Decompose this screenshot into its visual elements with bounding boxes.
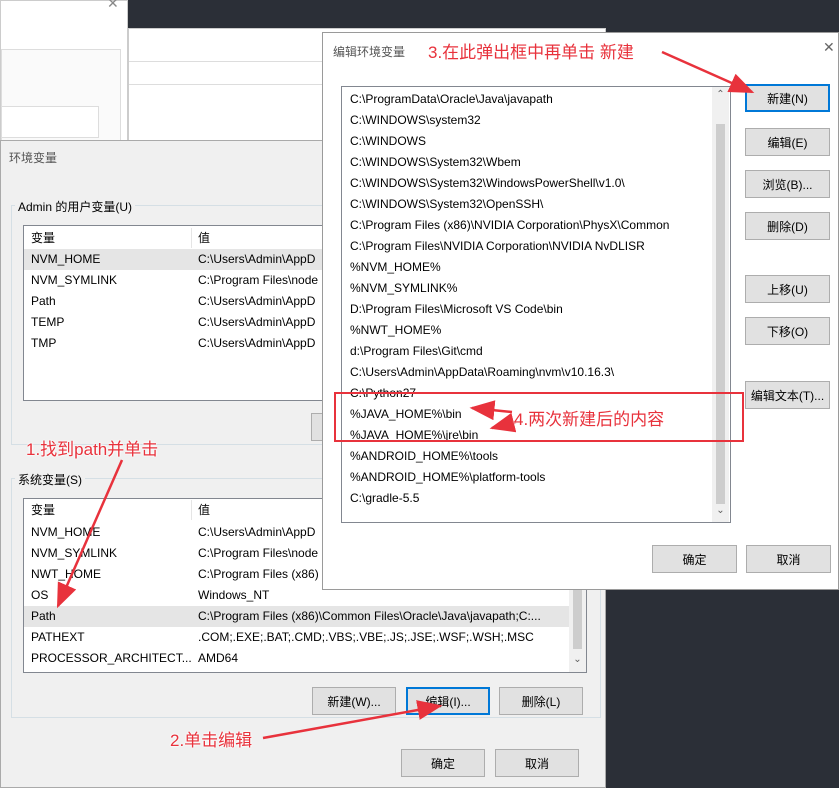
path-value: C:\WINDOWS [350,134,426,148]
header-value[interactable]: 值 [198,228,210,249]
variable-name: NWT_HOME [31,567,101,581]
system-variables-label: 系统变量(S) [15,471,85,488]
edit-button[interactable]: 编辑(E) [745,128,830,156]
header-divider [191,228,192,248]
chevron-down-icon[interactable]: ⌄ [569,654,586,665]
browse-button[interactable]: 浏览(B)... [745,170,830,198]
variable-name: OS [31,588,49,602]
path-list-item[interactable]: C:\gradle-5.5 [350,488,710,509]
table-row-selected[interactable]: Path C:\Program Files (x86)\Common Files… [24,606,569,627]
path-value: C:\WINDOWS\System32\WindowsPowerShell\v1… [350,176,625,190]
path-list-item[interactable]: C:\WINDOWS\System32\OpenSSH\ [350,194,710,215]
variable-name: Path [31,609,56,623]
path-value: C:\WINDOWS\System32\Wbem [350,155,521,169]
path-list-item[interactable]: %NVM_HOME% [350,257,710,278]
bg-divider-2 [129,84,329,85]
annotation-step2: 2.单击编辑 [170,731,253,750]
dialog-ok-button[interactable]: 确定 [652,545,737,573]
path-value: %NVM_HOME% [350,260,441,274]
edit-text-button[interactable]: 编辑文本(T)... [745,381,830,409]
close-icon[interactable]: ✕ [823,39,835,56]
path-value: %NVM_SYMLINK% [350,281,458,295]
edit-env-dialog: 编辑环境变量 ✕ C:\ProgramData\Oracle\Java\java… [322,32,839,590]
path-list-item[interactable]: C:\Users\Admin\AppData\Roaming\nvm\v10.1… [350,362,710,383]
path-list-item[interactable]: C:\Program Files\NVIDIA Corporation\NVID… [350,236,710,257]
dialog-title: 编辑环境变量 [333,45,406,59]
scrollbar-thumb[interactable] [716,124,725,504]
variable-value: .COM;.EXE;.BAT;.CMD;.VBS;.VBE;.JS;.JSE;.… [198,630,534,644]
path-list-item[interactable]: C:\WINDOWS\system32 [350,110,710,131]
close-icon: ✕ [107,0,119,11]
header-value[interactable]: 值 [198,500,210,521]
path-list-item[interactable]: %NWT_HOME% [350,320,710,341]
path-list-item[interactable]: C:\WINDOWS\System32\Wbem [350,152,710,173]
window-title: 环境变量 [9,151,58,165]
user-variables-label: Admin 的用户变量(U) [15,198,136,215]
annotation-step4: 4.两次新建后的内容 [514,410,665,429]
path-list-item[interactable]: %ANDROID_HOME%\platform-tools [350,467,710,488]
delete-button[interactable]: 删除(D) [745,212,830,240]
variable-name: NVM_SYMLINK [31,546,118,560]
chevron-down-icon[interactable]: ⌄ [712,505,729,516]
variable-name: NVM_HOME [31,525,101,539]
path-list-scrollbar[interactable]: ⌃ ⌄ [712,87,729,522]
path-list-item[interactable]: C:\WINDOWS\System32\WindowsPowerShell\v1… [350,173,710,194]
path-list-item[interactable]: %NVM_SYMLINK% [350,278,710,299]
path-list-item[interactable]: D:\Program Files\Microsoft VS Code\bin [350,299,710,320]
move-down-button[interactable]: 下移(O) [745,317,830,345]
ok-button[interactable]: 确定 [401,749,485,777]
system-new-button[interactable]: 新建(W)... [312,687,396,715]
dialog-cancel-button[interactable]: 取消 [746,545,831,573]
path-value: C:\WINDOWS\System32\OpenSSH\ [350,197,544,211]
chevron-up-icon[interactable]: ⌃ [712,89,729,100]
path-value: %ANDROID_HOME%\tools [350,449,499,463]
path-value: d:\Program Files\Git\cmd [350,344,483,358]
path-value: C:\gradle-5.5 [350,491,420,505]
path-list-item[interactable]: C:\ProgramData\Oracle\Java\javapath [350,89,710,110]
path-list-item[interactable]: %ANDROID_HOME%\tools [350,446,710,467]
annotation-step3: 3.在此弹出框中再单击 新建 [428,43,634,62]
system-delete-button[interactable]: 删除(L) [499,687,583,715]
table-row[interactable]: PATHEXT .COM;.EXE;.BAT;.CMD;.VBS;.VBE;.J… [24,627,569,648]
variable-name: PATHEXT [31,630,85,644]
path-value: C:\Users\Admin\AppData\Roaming\nvm\v10.1… [350,365,615,379]
system-edit-button[interactable]: 编辑(I)... [406,687,490,715]
cancel-button[interactable]: 取消 [495,749,579,777]
new-button[interactable]: 新建(N) [745,84,830,112]
path-value: C:\WINDOWS\system32 [350,113,481,127]
path-value: C:\Program Files (x86)\NVIDIA Corporatio… [350,218,670,232]
variable-name: TMP [31,336,57,350]
background-window-1: ✕ [0,0,128,150]
path-value: C:\ProgramData\Oracle\Java\javapath [350,92,553,106]
header-divider [191,500,192,520]
path-list-item[interactable]: C:\Program Files (x86)\NVIDIA Corporatio… [350,215,710,236]
variable-name: PROCESSOR_ARCHITECT... [31,651,191,665]
table-row[interactable]: PROCESSOR_ARCHITECT... AMD64 [24,648,569,669]
bg-field [1,106,99,138]
path-value: %NWT_HOME% [350,323,442,337]
path-value: %ANDROID_HOME%\platform-tools [350,470,546,484]
header-variable[interactable]: 变量 [31,500,55,521]
variable-name: Path [31,294,56,308]
variable-name: NVM_HOME [31,252,101,266]
variable-name: TEMP [31,315,65,329]
bg-divider [129,61,329,62]
path-list[interactable]: C:\ProgramData\Oracle\Java\javapath C:\WI… [341,86,731,523]
move-up-button[interactable]: 上移(U) [745,275,830,303]
path-value: D:\Program Files\Microsoft VS Code\bin [350,302,563,316]
variable-name: NVM_SYMLINK [31,273,118,287]
annotation-step1: 1.找到path并单击 [26,440,159,459]
path-list-item[interactable]: C:\WINDOWS [350,131,710,152]
variable-value: C:\Program Files (x86)\Common Files\Orac… [198,609,541,623]
header-variable[interactable]: 变量 [31,228,55,249]
path-value: C:\Program Files\NVIDIA Corporation\NVID… [350,239,645,253]
path-list-item[interactable]: d:\Program Files\Git\cmd [350,341,710,362]
variable-value: AMD64 [198,651,239,665]
